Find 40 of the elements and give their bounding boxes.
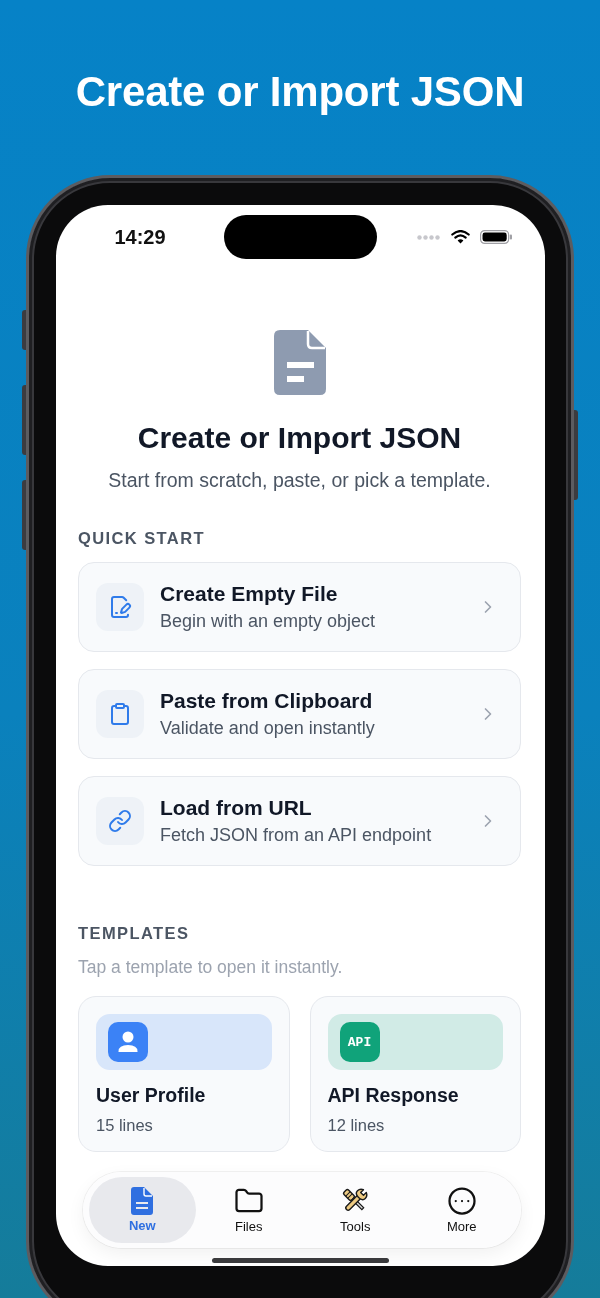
template-card[interactable]: API API Response 12 lines [309, 996, 521, 1152]
clipboard-icon [96, 690, 144, 738]
tab-bar-item[interactable]: Files [195, 1177, 302, 1243]
template-line-count: 12 lines [327, 1115, 386, 1135]
link-icon [96, 797, 144, 845]
tab-bar-item[interactable]: More [408, 1177, 515, 1243]
phone-side-button[interactable] [22, 385, 26, 455]
phone-side-button[interactable] [22, 480, 26, 550]
option-title: Paste from Clipboard [160, 689, 374, 713]
document-icon [131, 1186, 154, 1215]
phone-side-button[interactable] [574, 410, 578, 500]
screen-title: Create or Import JSON [136, 420, 463, 456]
quick-start-option[interactable]: Paste from Clipboard Validate and open instantly [78, 669, 521, 759]
template-card[interactable]: User Profile 15 lines [78, 996, 290, 1152]
template-line-count: 15 lines [96, 1115, 154, 1135]
wifi-icon [450, 230, 470, 244]
section-heading: TEMPLATES [78, 923, 191, 943]
document-icon [273, 330, 326, 395]
option-subtitle: Begin with an empty object [160, 610, 377, 632]
section-hint: Tap a template to open it instantly. [78, 957, 344, 977]
option-title: Create Empty File [160, 582, 339, 606]
file-edit-icon [96, 583, 144, 631]
more-icon [446, 1185, 477, 1216]
option-subtitle: Fetch JSON from an API endpoint [160, 824, 433, 846]
template-title: User Profile [96, 1083, 207, 1107]
screen-subtitle: Start from scratch, paste, or pick a template. [107, 468, 492, 492]
api-badge: API [339, 1022, 380, 1062]
option-title: Load from URL [160, 796, 313, 820]
quick-start-option[interactable]: Create Empty File Begin with an empty object [78, 562, 521, 652]
status-time: 14:29 [114, 225, 166, 250]
page-headline: Create or Import JSON [75, 67, 525, 117]
tab-bar-item[interactable]: New [89, 1177, 196, 1243]
battery-icon [479, 230, 512, 244]
phone-side-button[interactable] [22, 310, 26, 350]
template-title: API Response [327, 1083, 460, 1107]
tab-bar-item[interactable]: Tools [302, 1177, 409, 1243]
option-subtitle: Validate and open instantly [160, 717, 376, 739]
section-heading: QUICK START [78, 528, 206, 548]
quick-start-option[interactable]: Load from URL Fetch JSON from an API endpoint [78, 776, 521, 866]
signal-icon [416, 234, 441, 240]
